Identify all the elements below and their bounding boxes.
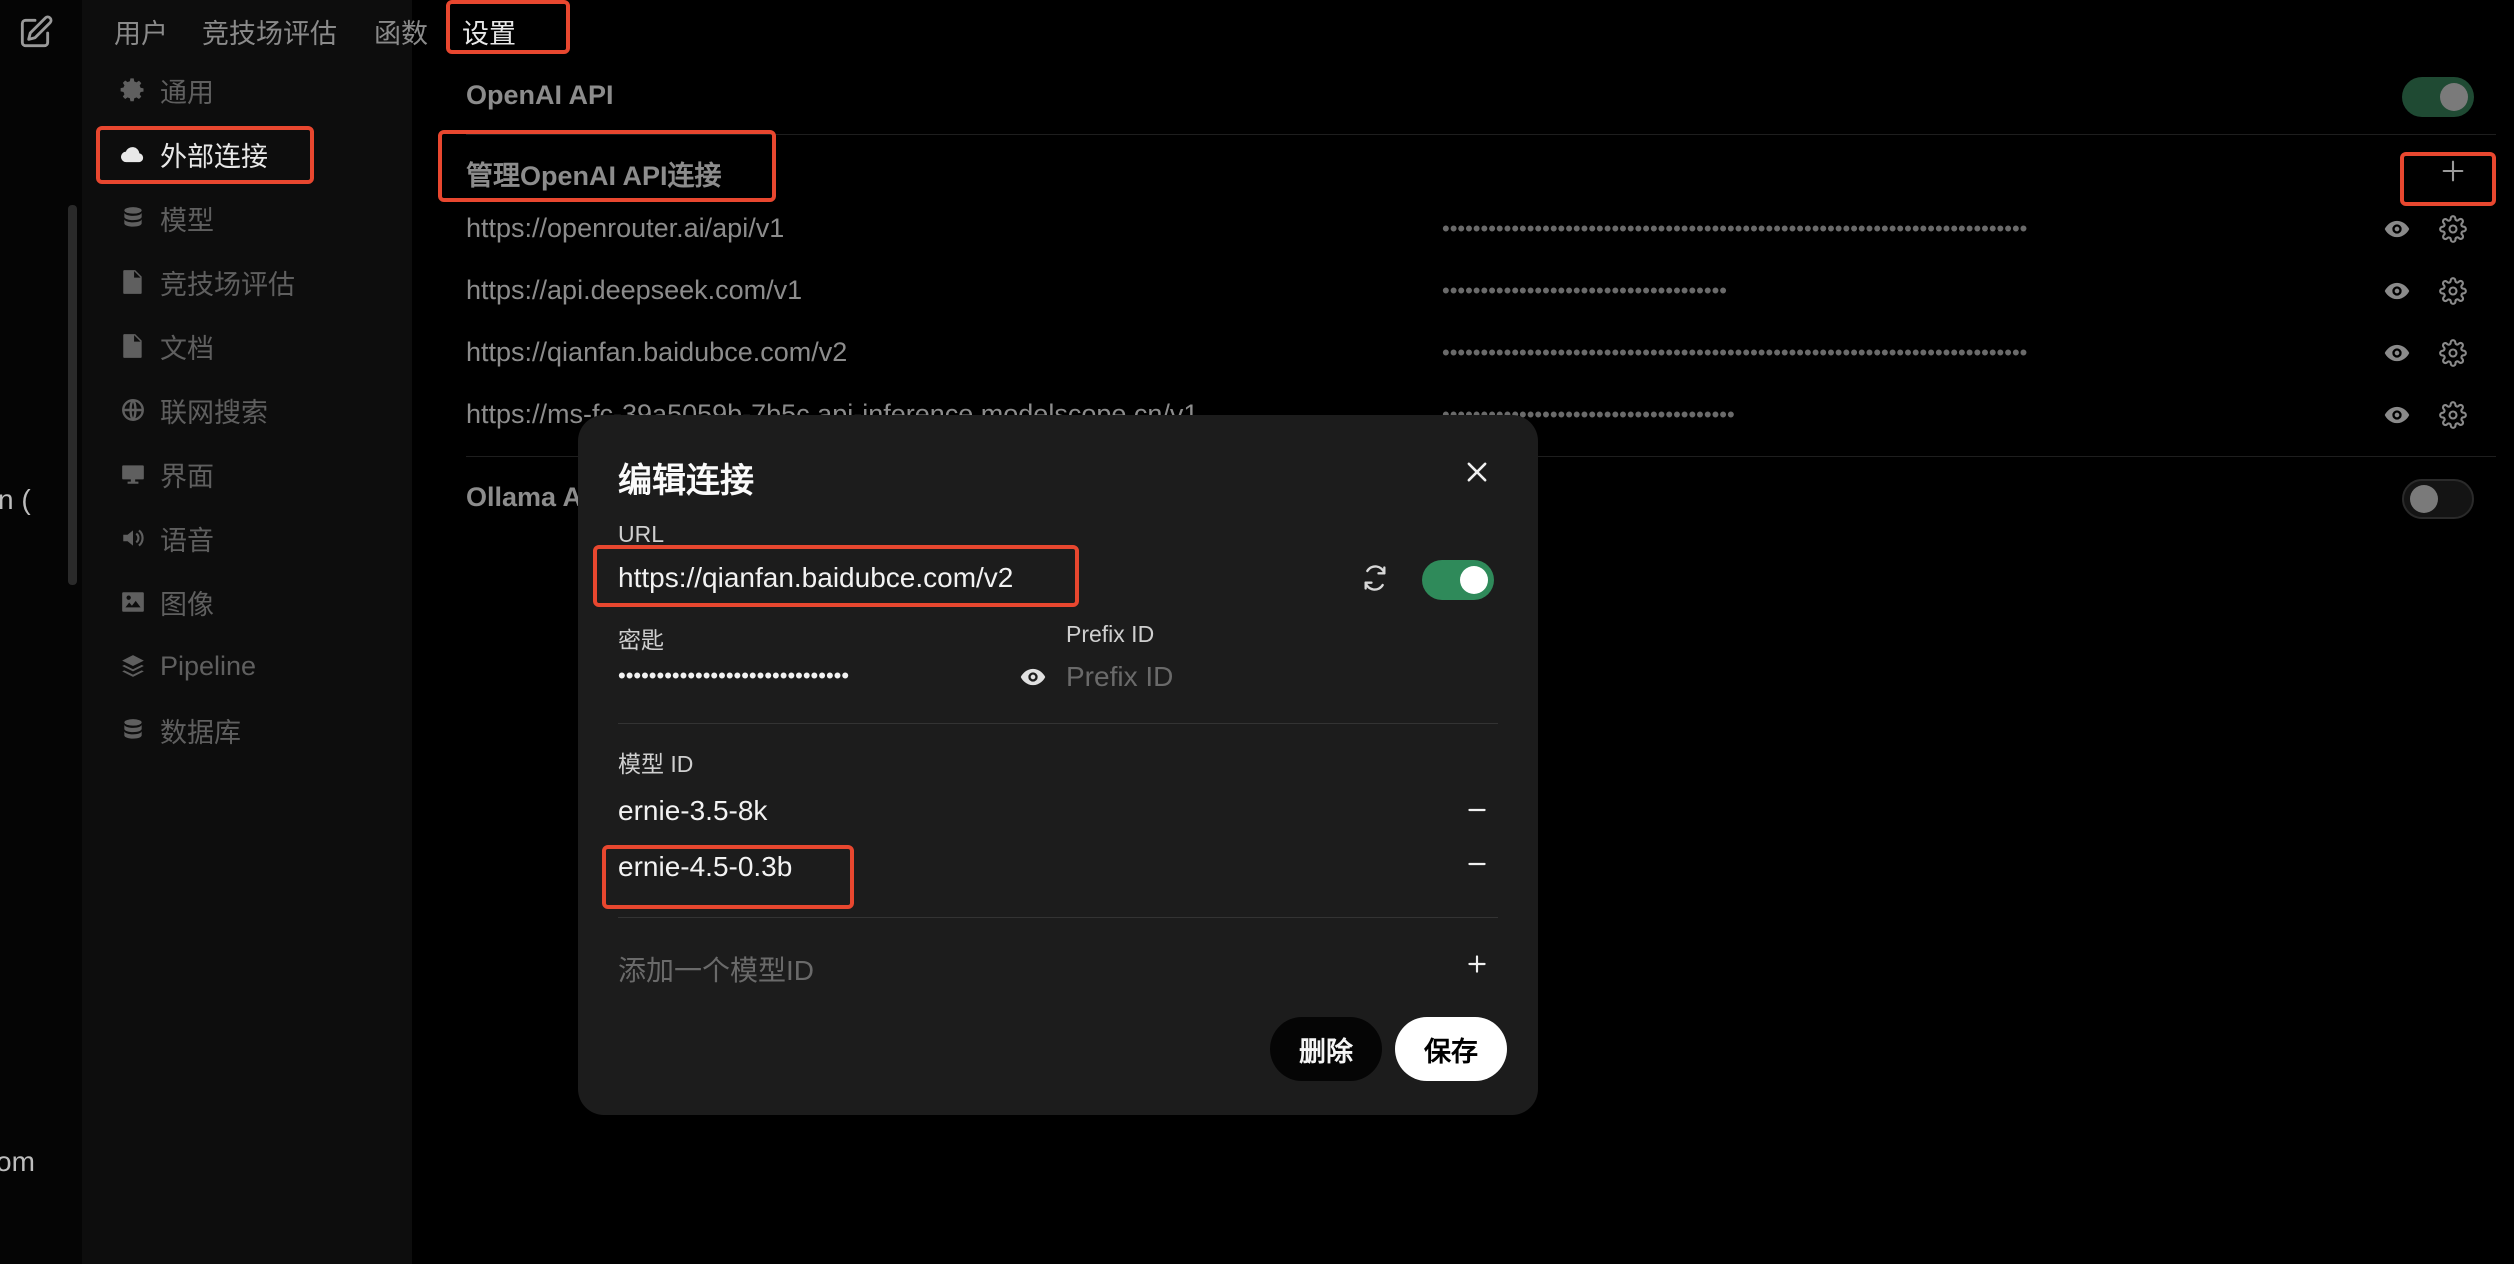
left-edge-text: n ( [0, 484, 31, 515]
divider [618, 723, 1498, 724]
sidebar-item-label: 界面 [160, 461, 214, 492]
database-icon [118, 203, 148, 233]
add-connection-button[interactable] [2438, 156, 2468, 186]
edit-connection-modal: 编辑连接 URL https://qianfan.baidubce.com/v2… [578, 415, 1538, 1115]
left-strip [0, 0, 82, 1264]
gear-icon [118, 75, 148, 105]
model-id-item: ernie-4.5-0.3b [618, 851, 793, 882]
eye-icon[interactable] [2382, 338, 2412, 368]
sidebar-item-connections[interactable]: 外部连接 [118, 134, 268, 174]
document-icon [118, 267, 148, 297]
tab-functions[interactable]: 函数 [374, 12, 428, 51]
sidebar-item-label: 外部连接 [160, 141, 268, 172]
key-label: 密匙 [618, 627, 664, 653]
gear-icon[interactable] [2438, 338, 2468, 368]
tab-settings[interactable]: 设置 [462, 12, 516, 51]
gear-icon[interactable] [2438, 276, 2468, 306]
divider [466, 134, 2496, 135]
ollama-api-toggle[interactable] [2402, 479, 2474, 519]
settings-sidebar [82, 0, 412, 1264]
tab-users[interactable]: 用户 [114, 12, 168, 51]
globe-icon [118, 395, 148, 425]
sidebar-item-documents[interactable]: 文档 [118, 326, 214, 366]
openai-api-toggle[interactable] [2402, 77, 2474, 117]
key-input[interactable]: •••••••••••••••••••••••••••••• [618, 663, 849, 689]
eye-icon[interactable] [2382, 400, 2412, 430]
eye-icon[interactable] [2382, 214, 2412, 244]
model-id-item: ernie-3.5-8k [618, 795, 768, 826]
modal-title: 编辑连接 [618, 462, 754, 500]
eye-icon[interactable] [1018, 662, 1048, 692]
delete-button[interactable]: 删除 [1270, 1017, 1382, 1081]
tab-arena[interactable]: 竞技场评估 [202, 12, 337, 51]
sidebar-item-label: 竞技场评估 [160, 269, 295, 300]
model-id-label: 模型 ID [618, 751, 694, 777]
openai-api-title: OpenAI API [466, 80, 614, 110]
connection-url[interactable]: https://api.deepseek.com/v1 [466, 275, 802, 306]
database-icon [118, 715, 148, 745]
sidebar-item-label: 图像 [160, 589, 214, 620]
prefix-id-input[interactable]: Prefix ID [1066, 661, 1173, 693]
add-model-id-input[interactable]: 添加一个模型ID [618, 949, 814, 989]
monitor-icon [118, 459, 148, 489]
sidebar-item-label: 文档 [160, 333, 214, 364]
connection-enabled-toggle[interactable] [1422, 560, 1494, 600]
connection-key[interactable]: ••••••••••••••••••••••••••••••••••••••••… [1442, 216, 2372, 242]
sidebar-item-interface[interactable]: 界面 [118, 454, 214, 494]
gear-icon[interactable] [2438, 214, 2468, 244]
refresh-icon[interactable] [1360, 563, 1390, 593]
connection-key[interactable]: ••••••••••••••••••••••••••••••••••••• [1442, 278, 1902, 304]
url-input[interactable]: https://qianfan.baidubce.com/v2 [618, 562, 1013, 594]
sidebar-item-arena[interactable]: 竞技场评估 [118, 262, 295, 302]
sidebar-item-audio[interactable]: 语音 [118, 518, 214, 558]
connection-url[interactable]: https://openrouter.ai/api/v1 [466, 213, 784, 244]
sidebar-scrollbar[interactable] [68, 205, 77, 585]
sidebar-item-label: 模型 [160, 205, 214, 236]
sidebar-item-label: Pipeline [160, 650, 257, 681]
remove-model-button[interactable] [1462, 849, 1492, 879]
speaker-icon [118, 523, 148, 553]
left-edge-text: om [0, 1146, 35, 1177]
sidebar-item-label: 联网搜索 [160, 397, 268, 428]
sidebar-item-general[interactable]: 通用 [118, 70, 214, 110]
sidebar-item-database[interactable]: 数据库 [118, 710, 241, 750]
connection-key[interactable]: ••••••••••••••••••••••••••••••••••••••••… [1442, 340, 2372, 366]
layers-icon [118, 651, 148, 681]
sidebar-item-images[interactable]: 图像 [118, 582, 214, 622]
url-label: URL [618, 521, 665, 547]
prefix-id-label: Prefix ID [1066, 621, 1155, 647]
sidebar-item-pipeline[interactable]: Pipeline [118, 646, 256, 686]
sidebar-item-label: 数据库 [160, 717, 241, 748]
gear-icon[interactable] [2438, 400, 2468, 430]
sidebar-item-models[interactable]: 模型 [118, 198, 214, 238]
image-icon [118, 587, 148, 617]
divider [618, 917, 1498, 918]
sidebar-item-label: 语音 [160, 525, 214, 556]
sidebar-item-web-search[interactable]: 联网搜索 [118, 390, 268, 430]
manage-connections-title: 管理OpenAI API连接 [466, 161, 722, 191]
new-chat-icon[interactable] [16, 14, 54, 52]
connection-url[interactable]: https://qianfan.baidubce.com/v2 [466, 337, 847, 368]
remove-model-button[interactable] [1462, 795, 1492, 825]
document-icon [118, 331, 148, 361]
add-model-button[interactable] [1462, 949, 1492, 979]
cloud-icon [118, 139, 148, 169]
sidebar-item-label: 通用 [160, 77, 214, 108]
save-button[interactable]: 保存 [1395, 1017, 1507, 1081]
eye-icon[interactable] [2382, 276, 2412, 306]
close-icon[interactable] [1462, 457, 1492, 487]
